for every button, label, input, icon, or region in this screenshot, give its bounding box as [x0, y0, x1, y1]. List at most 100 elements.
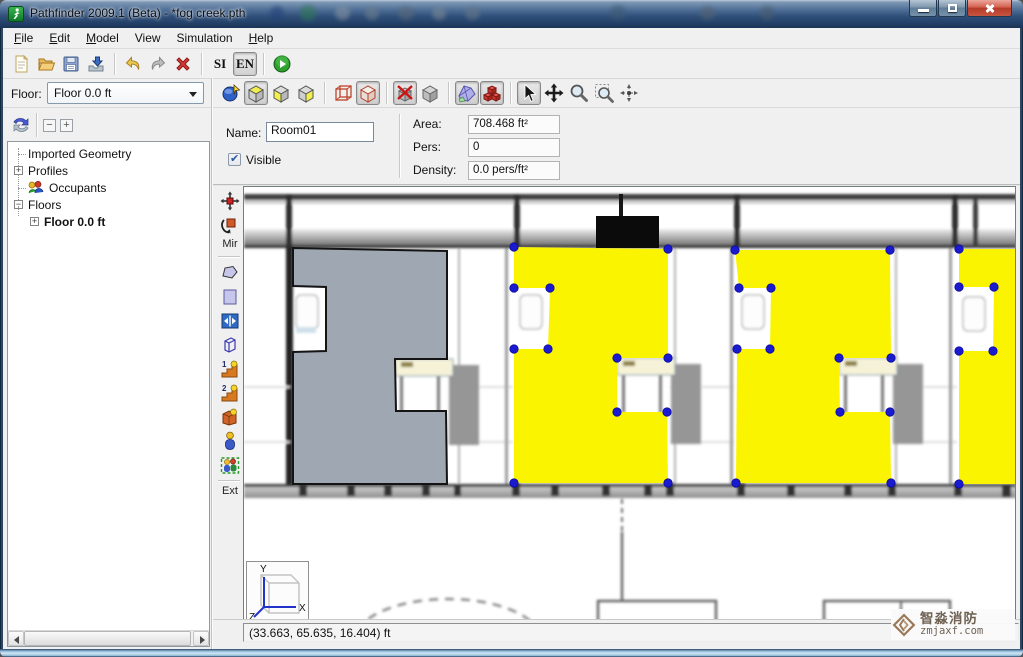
mirror-tool[interactable]: Mir [218, 238, 242, 250]
vertex-handle[interactable] [544, 345, 552, 353]
orbit-view-button[interactable] [219, 81, 243, 105]
undo-button[interactable] [121, 52, 145, 76]
select-tool-button[interactable] [517, 81, 541, 105]
room-room-4[interactable] [959, 249, 1016, 484]
vertex-handle[interactable] [733, 345, 741, 353]
vertex-handle[interactable] [766, 345, 774, 353]
axis-gizmo: Y X Z [246, 561, 309, 625]
close-button[interactable] [967, 0, 1012, 17]
units-si-button[interactable]: SI [208, 52, 232, 76]
vertex-handle[interactable] [510, 479, 518, 487]
vertex-handle[interactable] [731, 246, 739, 254]
view-side-button[interactable] [294, 81, 318, 105]
tree-item-profiles[interactable]: + Profiles [8, 163, 209, 180]
expand-all-button[interactable]: + [60, 119, 73, 132]
scroll-right-button[interactable] [193, 631, 209, 646]
vertex-handle[interactable] [990, 283, 998, 291]
scrollbar-thumb[interactable] [24, 631, 191, 646]
prism-tool[interactable] [218, 334, 242, 356]
vertex-handle[interactable] [663, 408, 671, 416]
scroll-left-button[interactable] [8, 631, 24, 646]
vertex-handle[interactable] [613, 354, 621, 362]
view-front-button[interactable] [269, 81, 293, 105]
vertex-handle[interactable] [510, 284, 518, 292]
zoom-box-tool-button[interactable] [592, 81, 616, 105]
floor-dropdown[interactable]: Floor 0.0 ft [47, 82, 204, 104]
vertex-handle[interactable] [887, 479, 895, 487]
vertex-handle[interactable] [732, 479, 740, 487]
vertex-handle[interactable] [836, 408, 844, 416]
polygon-room-tool[interactable] [218, 262, 242, 284]
save-button[interactable] [59, 52, 83, 76]
menu-model[interactable]: Model [78, 29, 127, 47]
extrude-tool[interactable]: Ext [218, 485, 242, 497]
vertex-handle[interactable] [955, 283, 963, 291]
collapse-all-button[interactable]: − [43, 119, 56, 132]
show-object-button[interactable] [418, 81, 442, 105]
minimize-button[interactable] [909, 0, 937, 17]
vertex-handle[interactable] [613, 408, 621, 416]
vertex-handle[interactable] [989, 347, 997, 355]
expand-icon[interactable]: + [30, 217, 39, 226]
toolbar-separator [114, 53, 116, 75]
visible-checkbox[interactable] [228, 153, 241, 166]
units-en-button[interactable]: EN [233, 52, 257, 76]
vertex-handle[interactable] [955, 245, 963, 253]
rotate-tool[interactable] [218, 213, 242, 235]
navigator-tree: Imported Geometry + Profiles [8, 142, 209, 630]
tree-item-imported-geometry[interactable]: Imported Geometry [8, 146, 209, 163]
show-terrain-button[interactable] [455, 81, 479, 105]
name-input[interactable]: Room01 [266, 122, 374, 142]
tree-item-floors[interactable]: − Floors [8, 197, 209, 214]
run-simulation-button[interactable] [270, 52, 294, 76]
open-button[interactable] [34, 52, 58, 76]
hide-object-button[interactable] [393, 81, 417, 105]
menu-file[interactable]: File [6, 29, 41, 47]
vertex-handle[interactable] [887, 354, 895, 362]
stairs-two-point-tool[interactable]: 2 [218, 382, 242, 404]
vertex-handle[interactable] [664, 354, 672, 362]
tree-item-occupants[interactable]: Occupants [8, 180, 209, 197]
new-document-button[interactable] [9, 52, 33, 76]
vertex-handle[interactable] [735, 284, 743, 292]
zoom-fit-tool-button[interactable] [617, 81, 641, 105]
vertex-handle[interactable] [664, 245, 672, 253]
vertex-handle[interactable] [955, 347, 963, 355]
stairs-one-point-tool[interactable]: 1 [218, 358, 242, 380]
view-top-button[interactable] [244, 81, 268, 105]
pan-tool-button[interactable] [542, 81, 566, 105]
title-bar[interactable]: Pathfinder 2009.1 (Beta) - *fog creek.pt… [0, 0, 1023, 28]
zoom-tool-button[interactable] [567, 81, 591, 105]
menu-simulation[interactable]: Simulation [169, 29, 241, 47]
vertex-handle[interactable] [767, 284, 775, 292]
vertex-handle[interactable] [886, 408, 894, 416]
model-canvas[interactable]: Y X Z [243, 186, 1016, 627]
horizontal-scrollbar[interactable] [8, 630, 209, 646]
vertex-handle[interactable] [886, 246, 894, 254]
menu-view[interactable]: View [127, 29, 169, 47]
vertex-handle[interactable] [835, 354, 843, 362]
maximize-button[interactable] [938, 0, 966, 17]
door-tool[interactable] [218, 310, 242, 332]
add-occupant-tool[interactable] [218, 430, 242, 452]
show-objects-button[interactable] [480, 81, 504, 105]
import-button[interactable] [84, 52, 108, 76]
vertex-handle[interactable] [664, 479, 672, 487]
vertex-handle[interactable] [510, 345, 518, 353]
rectangle-room-tool[interactable] [218, 286, 242, 308]
menu-edit[interactable]: Edit [41, 29, 78, 47]
solid-mode-button[interactable] [356, 81, 380, 105]
vertex-handle[interactable] [546, 284, 554, 292]
move-object-tool[interactable] [218, 190, 242, 212]
delete-button[interactable] [171, 52, 195, 76]
vertex-handle[interactable] [510, 243, 518, 251]
escalator-tool[interactable] [218, 406, 242, 428]
tree-item-floor-0[interactable]: + Floor 0.0 ft [8, 214, 209, 231]
vertex-handle[interactable] [955, 480, 963, 488]
wireframe-mode-button[interactable] [331, 81, 355, 105]
expand-icon[interactable]: + [14, 166, 23, 175]
filter-view-button[interactable] [11, 115, 31, 140]
redo-button[interactable] [146, 52, 170, 76]
add-occupant-group-tool[interactable] [218, 454, 242, 476]
menu-help[interactable]: Help [241, 29, 282, 47]
